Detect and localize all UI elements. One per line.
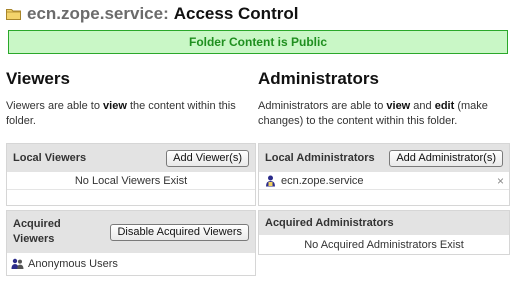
local-administrator-name: ecn.zope.service: [281, 174, 364, 187]
add-viewers-button[interactable]: Add Viewer(s): [166, 149, 249, 167]
local-viewers-spacer: [7, 189, 255, 206]
viewers-heading: Viewers: [6, 69, 70, 88]
add-administrators-button[interactable]: Add Administrator(s): [389, 149, 503, 167]
acquired-administrators-label: Acquired Administrators: [265, 217, 394, 229]
administrators-heading: Administrators: [258, 69, 379, 88]
acquired-administrators-empty: No Acquired Administrators Exist: [304, 238, 464, 251]
administrators-description: Administrators are able to view and edit…: [258, 100, 488, 127]
local-administrators-header: Local Administrators Add Administrator(s…: [259, 144, 509, 172]
local-viewers-label: Local Viewers: [13, 152, 87, 164]
local-administrators-panel: Local Administrators Add Administrator(s…: [258, 143, 510, 206]
page-title: Access Control: [173, 4, 299, 23]
user-icon: [266, 175, 275, 186]
viewers-section: Viewers Viewers are able to view the con…: [6, 68, 256, 276]
acquired-viewers-panel: Acquired Viewers Disable Acquired Viewer…: [6, 210, 256, 276]
folder-icon: [6, 9, 21, 20]
page-title-context: ecn.zope.service:: [27, 4, 169, 23]
acquired-administrators-panel: Acquired Administrators No Acquired Admi…: [258, 210, 510, 255]
local-administrators-spacer: [259, 189, 509, 206]
acquired-viewers-label: Acquired Viewers: [13, 218, 61, 245]
acquired-viewer-name: Anonymous Users: [28, 258, 118, 270]
acquired-administrators-header: Acquired Administrators: [259, 211, 509, 235]
local-administrator-item: ecn.zope.service ×: [259, 172, 509, 189]
local-administrators-label: Local Administrators: [265, 152, 375, 164]
local-viewers-panel: Local Viewers Add Viewer(s) No Local Vie…: [6, 143, 256, 206]
group-icon: [11, 258, 24, 269]
close-icon[interactable]: ×: [497, 174, 504, 188]
acquired-viewers-header: Acquired Viewers Disable Acquired Viewer…: [7, 211, 255, 253]
local-viewers-header: Local Viewers Add Viewer(s): [7, 144, 255, 172]
viewers-description: Viewers are able to view the content wit…: [6, 100, 236, 127]
page-header: ecn.zope.service: Access Control: [6, 3, 298, 25]
status-banner: Folder Content is Public: [8, 30, 508, 54]
local-viewers-empty: No Local Viewers Exist: [74, 174, 188, 187]
acquired-viewer-item: Anonymous Users: [7, 253, 255, 275]
disable-acquired-viewers-button[interactable]: Disable Acquired Viewers: [110, 223, 249, 241]
administrators-section: Administrators Administrators are able t…: [258, 68, 510, 255]
